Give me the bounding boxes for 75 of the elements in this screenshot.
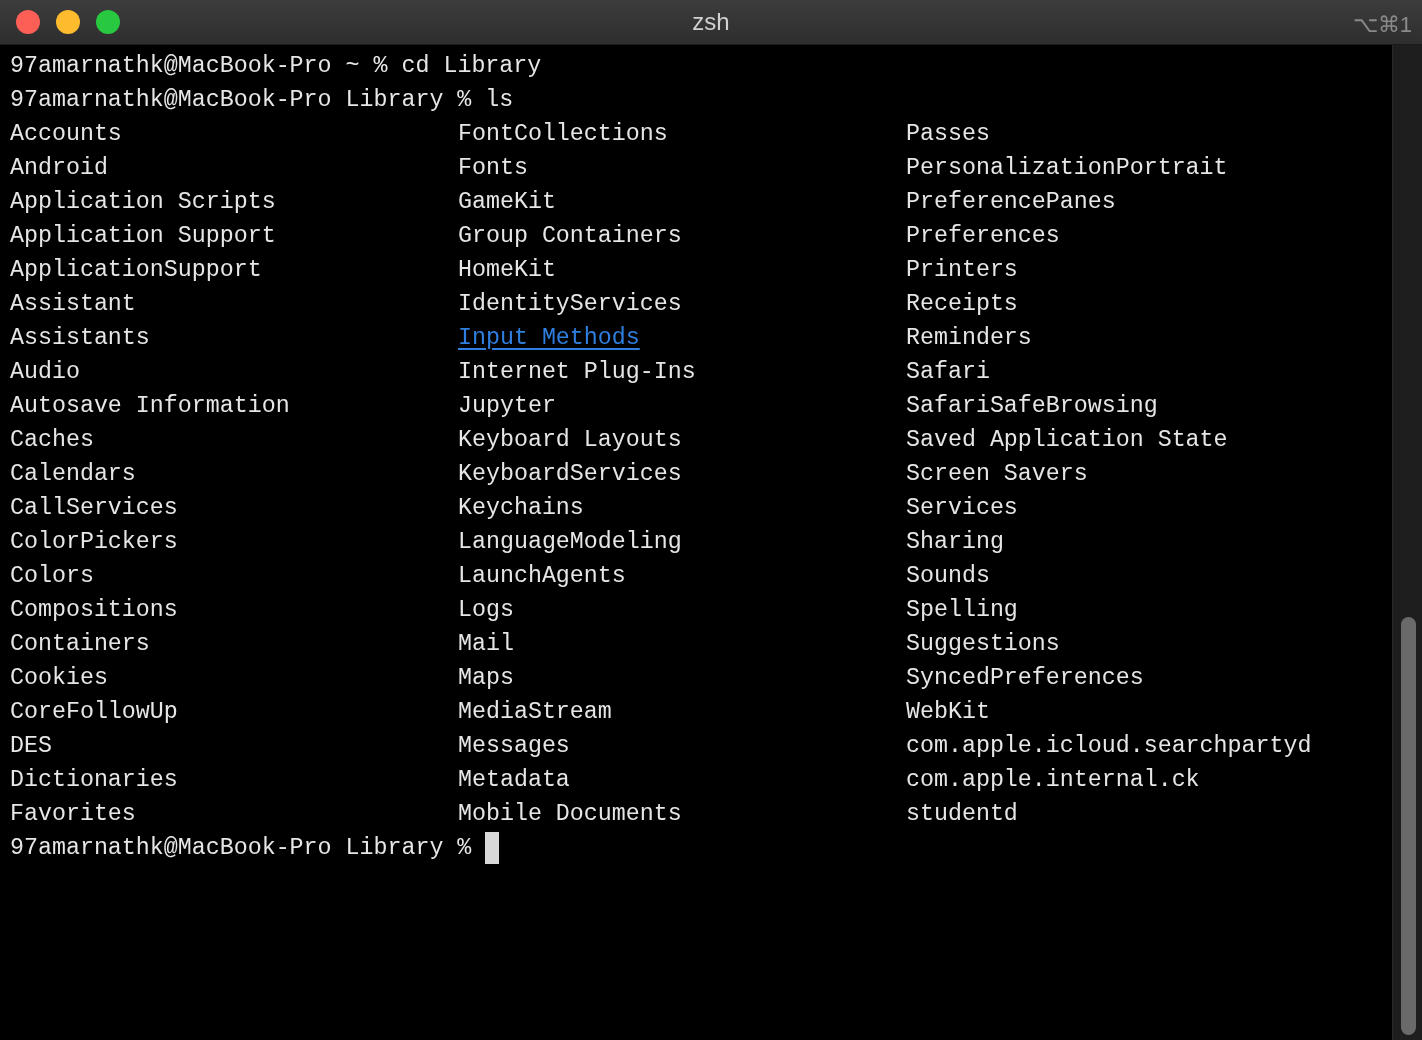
- folder-name: Sounds: [906, 562, 990, 591]
- folder-name: Saved Application State: [906, 426, 1228, 455]
- folder-name: CoreFollowUp: [10, 698, 178, 727]
- prompt-text: 97amarnathk@MacBook-Pro ~ %: [10, 52, 388, 81]
- folder-name: Mail: [458, 630, 514, 659]
- folder-name: Cookies: [10, 664, 108, 693]
- folder-name: LaunchAgents: [458, 562, 626, 591]
- folder-name: Caches: [10, 426, 94, 455]
- folder-name: Maps: [458, 664, 514, 693]
- folder-name: Keychains: [458, 494, 584, 523]
- folder-name: MediaStream: [458, 698, 612, 727]
- folder-name: Keyboard Layouts: [458, 426, 682, 455]
- window-title: zsh: [692, 7, 730, 37]
- minimize-button[interactable]: [56, 10, 80, 34]
- folder-name: PreferencePanes: [906, 188, 1116, 217]
- folder-name: LanguageModeling: [458, 528, 682, 557]
- folder-name: ApplicationSupport: [10, 256, 262, 285]
- folder-name: ColorPickers: [10, 528, 178, 557]
- folder-name: GameKit: [458, 188, 556, 217]
- folder-name: Accounts: [10, 120, 122, 149]
- folder-name: Spelling: [906, 596, 1018, 625]
- folder-name: Favorites: [10, 800, 136, 829]
- folder-name: PersonalizationPortrait: [906, 154, 1228, 183]
- folder-name: Suggestions: [906, 630, 1060, 659]
- folder-name: Compositions: [10, 596, 178, 625]
- folder-name: Audio: [10, 358, 80, 387]
- folder-name: Assistants: [10, 324, 150, 353]
- folder-name: Printers: [906, 256, 1018, 285]
- zoom-button[interactable]: [96, 10, 120, 34]
- folder-link[interactable]: Input Methods: [458, 321, 640, 355]
- folder-name: CallServices: [10, 494, 178, 523]
- folder-name: KeyboardServices: [458, 460, 682, 489]
- folder-name: Internet Plug-Ins: [458, 358, 696, 387]
- scrollbar-thumb[interactable]: [1401, 617, 1416, 1035]
- folder-name: Fonts: [458, 154, 528, 183]
- folder-name: SyncedPreferences: [906, 664, 1144, 693]
- folder-name: Receipts: [906, 290, 1018, 319]
- text-cursor: [485, 832, 500, 864]
- folder-name: HomeKit: [458, 256, 556, 285]
- prompt-text: 97amarnathk@MacBook-Pro Library %: [10, 86, 472, 115]
- folder-name: Application Support: [10, 222, 276, 251]
- folder-name: Safari: [906, 358, 990, 387]
- folder-name: Passes: [906, 120, 990, 149]
- folder-name: Jupyter: [458, 392, 556, 421]
- folder-name: Dictionaries: [10, 766, 178, 795]
- folder-name: WebKit: [906, 698, 990, 727]
- folder-name: Containers: [10, 630, 150, 659]
- close-button[interactable]: [16, 10, 40, 34]
- folder-name: com.apple.internal.ck: [906, 766, 1200, 795]
- folder-name: Calendars: [10, 460, 136, 489]
- window-shortcut: ⌥⌘1: [1352, 11, 1412, 39]
- folder-name: Sharing: [906, 528, 1004, 557]
- folder-name: Preferences: [906, 222, 1060, 251]
- folder-name: SafariSafeBrowsing: [906, 392, 1158, 421]
- folder-name: Assistant: [10, 290, 136, 319]
- folder-name: DES: [10, 732, 52, 761]
- prompt-text: 97amarnathk@MacBook-Pro Library %: [10, 834, 472, 863]
- folder-name: Mobile Documents: [458, 800, 682, 829]
- folder-name: Metadata: [458, 766, 570, 795]
- folder-name: Android: [10, 154, 108, 183]
- folder-name: com.apple.icloud.searchpartyd: [906, 732, 1312, 761]
- folder-name: Group Containers: [458, 222, 682, 251]
- folder-name: Logs: [458, 596, 514, 625]
- command-text: cd Library: [401, 52, 542, 81]
- folder-name: Autosave Information: [10, 392, 290, 421]
- command-text: ls: [485, 86, 514, 115]
- folder-name: Application Scripts: [10, 188, 276, 217]
- folder-name: Screen Savers: [906, 460, 1088, 489]
- folder-name: Colors: [10, 562, 94, 591]
- folder-name: FontCollections: [458, 120, 668, 149]
- folder-name: Services: [906, 494, 1018, 523]
- folder-name: Messages: [458, 732, 570, 761]
- folder-name: Reminders: [906, 324, 1032, 353]
- folder-name: IdentityServices: [458, 290, 682, 319]
- folder-name: studentd: [906, 800, 1018, 829]
